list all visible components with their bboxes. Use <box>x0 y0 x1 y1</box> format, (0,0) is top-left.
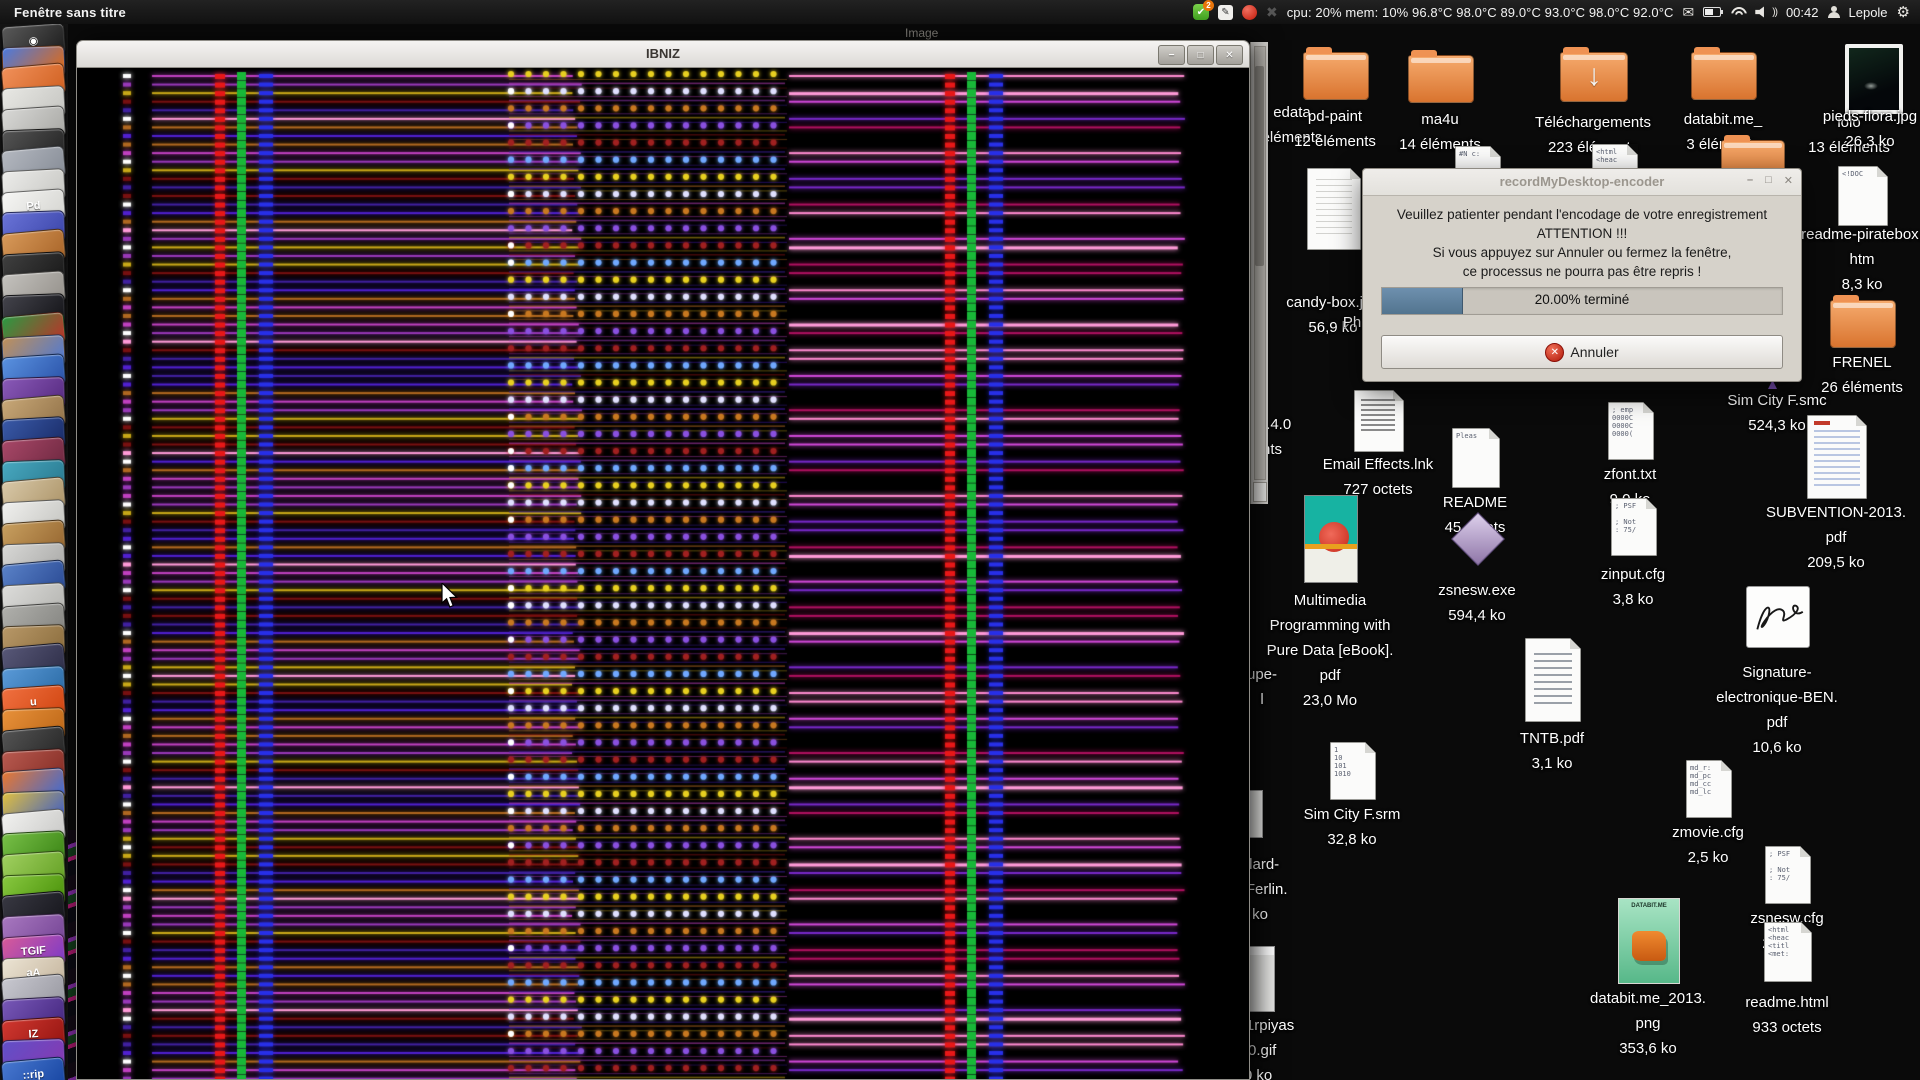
user-name[interactable]: Lepole <box>1849 5 1888 20</box>
readme-html-file-label[interactable]: readme.html933 octets <box>1677 990 1897 1040</box>
compose-icon[interactable]: ✎ <box>1218 5 1233 20</box>
dialog-close-button[interactable]: ✕ <box>1784 174 1793 187</box>
readme-file-icon[interactable]: Pleas <box>1452 428 1500 488</box>
dialog-message-line: Si vous appuyez sur Annuler ou fermez la… <box>1371 243 1793 262</box>
cancel-x-icon: ✕ <box>1545 343 1564 362</box>
ibniz-visualization-canvas[interactable] <box>77 68 1249 1079</box>
dialog-message-line: ATTENTION !!! <box>1371 224 1793 243</box>
pd-paint-folder-icon[interactable] <box>1303 52 1369 100</box>
multimedia-book-file-icon[interactable] <box>1304 495 1358 583</box>
sim-city-srm-file-icon[interactable]: 1 10 101 1010 <box>1330 742 1376 800</box>
dialog-message: Veuillez patienter pendant l'encodage de… <box>1371 205 1793 281</box>
record-icon[interactable] <box>1242 5 1257 20</box>
cancel-button-label: Annuler <box>1570 344 1618 360</box>
email-effects-file-icon[interactable] <box>1354 390 1404 452</box>
background-window-edge <box>1250 42 1268 504</box>
zinput-file-label[interactable]: zinput.cfg3,8 ko <box>1523 562 1743 612</box>
cancel-button[interactable]: ✕ Annuler <box>1381 335 1783 369</box>
frenel-folder-icon[interactable] <box>1830 300 1896 348</box>
tntb-file-icon[interactable] <box>1525 638 1581 722</box>
speaker-waves-icon: )) <box>1772 7 1777 18</box>
encoding-progress-bar: 20.00% terminé <box>1381 287 1783 315</box>
subvention-file-label[interactable]: SUBVENTION-2013.pdf209,5 ko <box>1726 500 1920 575</box>
dialog-message-line: ce processus ne pourra pas être repris ! <box>1371 262 1793 281</box>
sim-city-srm-file-label[interactable]: Sim City F.srm32,8 ko <box>1242 802 1462 852</box>
chat-icon[interactable]: ✔2 <box>1193 4 1209 20</box>
zfont-file-icon[interactable]: ; emp 0000C 0000C 0000( <box>1608 402 1654 460</box>
ibniz-close-button[interactable]: ✕ <box>1216 45 1243 65</box>
ibniz-window: IBNIZ − □ ✕ <box>76 40 1250 1080</box>
ibniz-window-title: IBNIZ <box>77 46 1249 61</box>
desktop-screen: edataélémentspd-paint12 élémentsma4u14 é… <box>0 0 1920 1080</box>
download-arrow-icon: ↓ <box>1587 59 1602 93</box>
zmovie-file-icon[interactable]: md_r: md_pc md_cc md_lc <box>1686 760 1732 818</box>
dialog-minimize-button[interactable]: – <box>1747 174 1753 187</box>
encoding-progress-label: 20.00% terminé <box>1382 292 1782 307</box>
active-window-title: Fenêtre sans titre <box>14 5 126 20</box>
dialog-message-line: Veuillez patienter pendant l'encodage de… <box>1371 205 1793 224</box>
clock[interactable]: 00:42 <box>1786 5 1819 20</box>
zsnesw-cfg-file-icon[interactable]: ; PSF ; Not : 75/ <box>1765 846 1811 904</box>
signature-file-icon[interactable] <box>1746 586 1810 648</box>
subvention-file-icon[interactable] <box>1807 415 1867 499</box>
readme-piratebox-file-icon[interactable]: <!DOC <box>1838 166 1888 226</box>
candy-box-file-icon[interactable] <box>1307 168 1361 250</box>
mail-icon[interactable]: ✉ <box>1683 4 1695 21</box>
zsnesw-exe-file-icon[interactable] <box>1449 510 1505 566</box>
ibniz-minimize-button[interactable]: − <box>1158 45 1185 65</box>
wifi-icon[interactable] <box>1730 6 1746 18</box>
telechargements-folder-icon[interactable]: ↓ <box>1560 52 1628 102</box>
ibniz-content[interactable] <box>76 68 1250 1080</box>
dock-icon-rip[interactable]: ::rip <box>1 1056 67 1080</box>
readme-html-file-icon[interactable]: <html <heac <titl <met: <box>1764 922 1812 982</box>
tntb-file-label[interactable]: TNTB.pdf3,1 ko <box>1442 726 1662 776</box>
recordmydesktop-dialog: recordMyDesktop-encoder – □ ✕ Veuillez p… <box>1362 168 1802 382</box>
session-x-icon[interactable]: ✖ <box>1266 4 1278 21</box>
signature-file-label[interactable]: Signature-electronique-BEN.pdf10,6 ko <box>1667 660 1887 760</box>
zinput-file-icon[interactable]: ; PSF ; Not : 75/ <box>1611 498 1657 556</box>
databit-png-file-icon[interactable]: DATABIT.ME <box>1618 898 1680 984</box>
ibniz-titlebar[interactable]: IBNIZ − □ ✕ <box>76 40 1250 68</box>
dialog-titlebar[interactable]: recordMyDesktop-encoder – □ ✕ <box>1363 169 1801 196</box>
hidden-gif-sliver <box>1247 946 1275 1012</box>
databit-me-folder-icon[interactable] <box>1691 52 1757 100</box>
dialog-maximize-button[interactable]: □ <box>1765 174 1772 187</box>
ibniz-maximize-button[interactable]: □ <box>1187 45 1214 65</box>
speaker-icon[interactable] <box>1755 6 1769 18</box>
gear-icon[interactable]: ⚙ <box>1897 3 1910 21</box>
ma4u-folder-icon[interactable] <box>1408 55 1474 103</box>
dock: ◉PduTGIFaAIZ::rip <box>0 24 68 1080</box>
background-scrollbar-thumb[interactable] <box>1255 66 1264 266</box>
battery-icon[interactable] <box>1703 7 1721 17</box>
user-icon[interactable] <box>1828 6 1840 18</box>
background-window-title: Image <box>905 26 938 40</box>
system-stats: cpu: 20% mem: 10% 96.8°C 98.0°C 89.0°C 9… <box>1287 5 1674 20</box>
dialog-title: recordMyDesktop-encoder <box>1363 174 1801 189</box>
chat-badge: 2 <box>1203 0 1214 11</box>
background-scrollbar-endcap[interactable] <box>1253 482 1267 502</box>
top-panel: Fenêtre sans titre ✔2 ✎ ✖ cpu: 20% mem: … <box>0 0 1920 24</box>
